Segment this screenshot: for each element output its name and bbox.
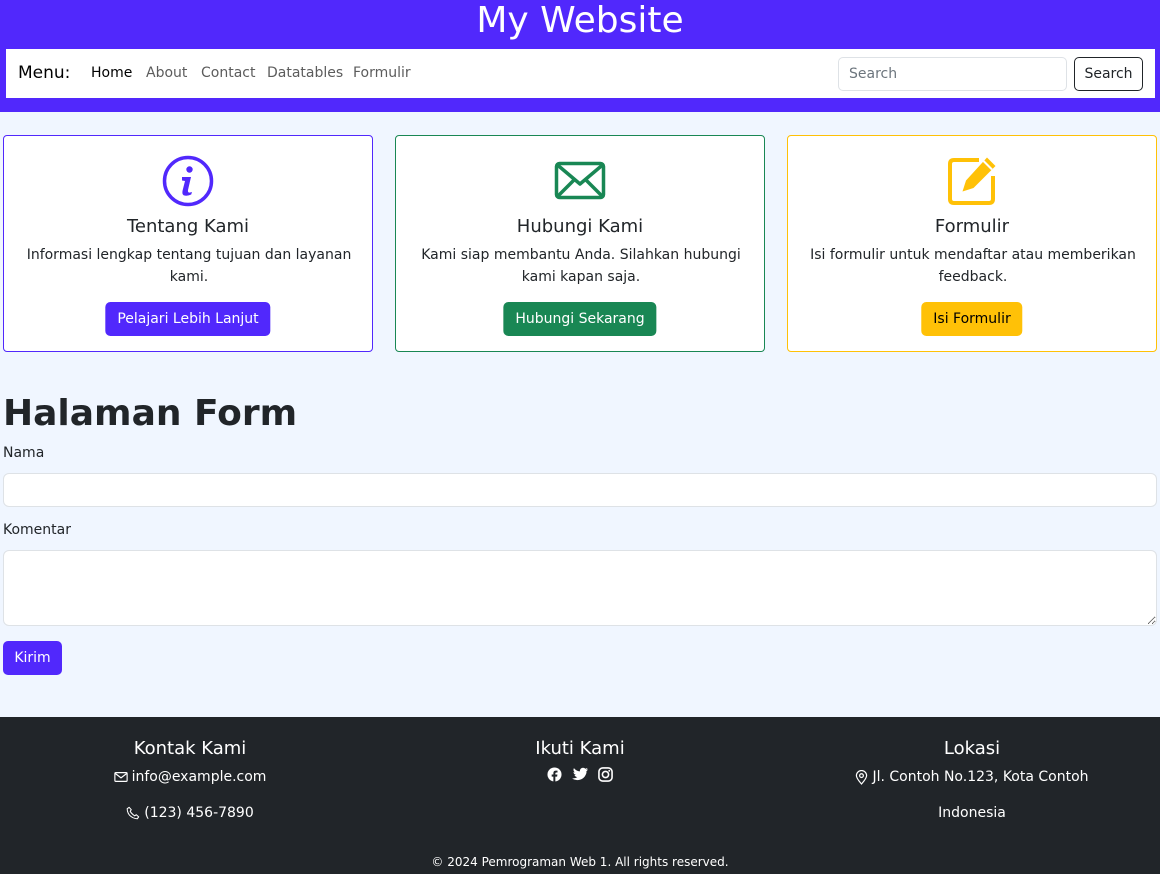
footer: Kontak Kami info@example.com (123) 456-7… [0,717,1160,874]
card-title: Formulir [934,216,1010,237]
card-contact: Hubungi Kami Kami siap membantu Anda. Si… [395,135,765,352]
nav-datatables[interactable]: Datatables [267,65,343,81]
search-input[interactable] [838,57,1067,91]
envelope-icon [113,772,128,782]
footer-location: Lokasi Jl. Contoh No.123, Kota Contoh In… [782,737,1160,823]
footer-follow-title: Ikuti Kami [535,738,625,759]
submit-button[interactable]: Kirim [3,641,62,675]
phone-icon [126,806,140,820]
card-about: Tentang Kami Informasi lengkap tentang t… [3,135,373,352]
copyright: © 2024 Pemrograman Web 1. All rights res… [431,855,729,869]
footer-address-line1: Jl. Contoh No.123, Kota Contoh [872,769,1089,785]
nav-contact[interactable]: Contact [201,65,255,81]
comment-label: Komentar [3,522,71,538]
card-text: Isi formulir untuk mendaftar atau member… [810,247,1136,285]
facebook-icon[interactable] [547,767,562,782]
name-label: Nama [3,445,45,461]
footer-location-title: Lokasi [943,738,1001,759]
location-pin-icon [856,769,868,785]
card-title: Hubungi Kami [516,216,644,237]
contact-now-button[interactable]: Hubungi Sekarang [503,302,657,336]
name-input[interactable] [3,473,1157,507]
edit-square-icon [788,154,1156,208]
instagram-icon[interactable] [598,767,613,782]
header: My Website Menu: Home About Contact Data… [0,0,1160,112]
nav-formulir[interactable]: Formulir [353,65,411,81]
footer-email[interactable]: info@example.com [132,767,267,787]
footer-contact-title: Kontak Kami [133,738,247,759]
envelope-icon [396,154,764,208]
card-form: Formulir Isi formulir untuk mendaftar at… [787,135,1157,352]
search-button[interactable]: Search [1074,57,1143,91]
card-text: Informasi lengkap tentang tujuan dan lay… [26,247,352,285]
nav-home[interactable]: Home [91,65,132,81]
footer-address-line2: Indonesia [938,805,1006,821]
form-heading: Halaman Form [3,393,298,434]
card-text: Kami siap membantu Anda. Silahkan hubung… [421,247,741,285]
footer-contact: Kontak Kami info@example.com (123) 456-7… [0,737,380,823]
learn-more-button[interactable]: Pelajari Lebih Lanjut [105,302,271,336]
site-title: My Website [476,0,684,41]
comment-textarea[interactable] [3,550,1157,626]
info-circle-icon [4,154,372,208]
menu-label: Menu: [18,63,71,83]
card-title: Tentang Kami [126,216,250,237]
navbar: Menu: Home About Contact Datatables Form… [6,49,1155,98]
twitter-icon[interactable] [572,767,588,782]
footer-follow: Ikuti Kami [390,737,770,782]
nav-about[interactable]: About [146,65,187,81]
footer-phone: (123) 456-7890 [144,805,254,821]
fill-form-button[interactable]: Isi Formulir [921,302,1023,336]
